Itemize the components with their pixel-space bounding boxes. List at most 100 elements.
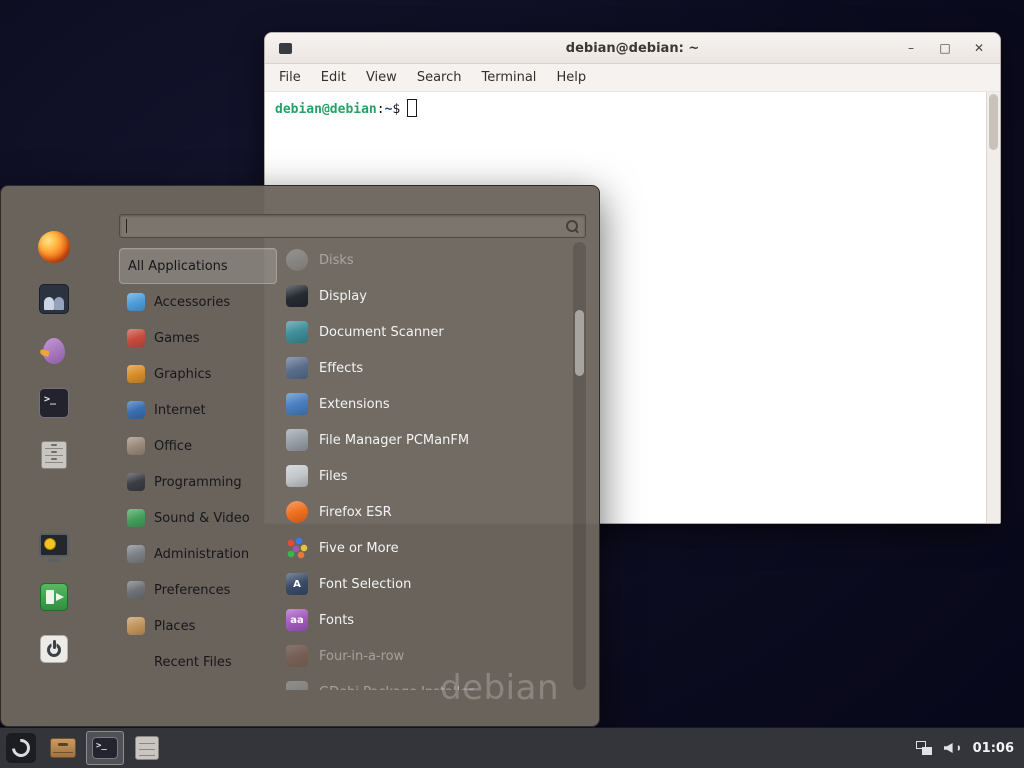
app-label: File Manager PCManFM (319, 433, 469, 448)
volume-icon[interactable] (944, 741, 961, 755)
places-icon (127, 617, 145, 635)
app-disks[interactable]: Disks (286, 242, 566, 278)
app-display[interactable]: Display (286, 278, 566, 314)
app-label: Fonts (319, 613, 354, 628)
debian-swirl-icon (8, 735, 33, 760)
category-label: Graphics (154, 367, 211, 382)
app-fonts[interactable]: aa Fonts (286, 602, 566, 638)
app-effects[interactable]: Effects (286, 350, 566, 386)
favorite-pidgin[interactable] (24, 326, 84, 376)
favorite-terminal[interactable] (24, 378, 84, 428)
desktop-background: debian@debian: ~ – □ ✕ File Edit View Searc… (0, 0, 1024, 768)
file-manager-icon (50, 738, 76, 758)
terminal-title: debian@debian: ~ (566, 41, 699, 56)
category-label: All Applications (128, 259, 228, 274)
graphics-icon (127, 365, 145, 383)
category-programming[interactable]: Programming (119, 464, 277, 500)
gdebi-package-installer-icon (286, 681, 308, 690)
app-files[interactable]: Files (286, 458, 566, 494)
search-caret (126, 219, 127, 233)
launcher-file-manager[interactable] (44, 731, 82, 765)
sound-video-icon (127, 509, 145, 527)
category-accessories[interactable]: Accessories (119, 284, 277, 320)
app-label: Document Scanner (319, 325, 444, 340)
shutdown-button[interactable] (24, 624, 84, 674)
terminal-menu-file[interactable]: File (279, 70, 301, 85)
fonts-icon: aa (286, 609, 308, 631)
terminal-menu-edit[interactable]: Edit (321, 70, 346, 85)
terminal-window-icon (279, 43, 292, 54)
category-label: Places (154, 619, 195, 634)
firefox-esr-icon (286, 501, 308, 523)
category-places[interactable]: Places (119, 608, 277, 644)
close-button[interactable]: ✕ (972, 41, 986, 55)
category-label: Recent Files (154, 655, 232, 670)
category-label: Internet (154, 403, 206, 418)
menu-logo-background (6, 733, 36, 763)
administration-icon (127, 545, 145, 563)
debian-watermark: debian (440, 668, 559, 708)
category-internet[interactable]: Internet (119, 392, 277, 428)
logout-icon (40, 583, 68, 611)
category-all-applications[interactable]: All Applications (119, 248, 277, 284)
category-games[interactable]: Games (119, 320, 277, 356)
category-label: Accessories (154, 295, 230, 310)
app-label: Five or More (319, 541, 399, 556)
app-label: Four-in-a-row (319, 649, 404, 664)
favorite-firefox[interactable] (24, 222, 84, 272)
search-input[interactable] (119, 214, 586, 238)
disks-icon (286, 249, 308, 271)
display-icon (286, 285, 308, 307)
app-five-or-more[interactable]: Five or More (286, 530, 566, 566)
favorite-users-app[interactable] (24, 274, 84, 324)
terminal-menu-view[interactable]: View (366, 70, 397, 85)
terminal-menu-search[interactable]: Search (417, 70, 462, 85)
clock[interactable]: 01:06 (973, 741, 1014, 756)
terminal-menu-terminal[interactable]: Terminal (481, 70, 536, 85)
app-label: Effects (319, 361, 363, 376)
category-recent-files[interactable]: Recent Files (119, 644, 277, 680)
document-scanner-icon (286, 321, 308, 343)
terminal-scrollbar-thumb[interactable] (989, 94, 998, 150)
logout-button[interactable] (24, 572, 84, 622)
menu-button[interactable] (0, 728, 42, 768)
maximize-button[interactable]: □ (938, 41, 952, 55)
internet-icon (127, 401, 145, 419)
category-label: Programming (154, 475, 242, 490)
prompt-separator: : (377, 102, 385, 117)
category-label: Games (154, 331, 199, 346)
category-preferences[interactable]: Preferences (119, 572, 277, 608)
applications-scrollbar[interactable] (573, 242, 586, 690)
file-manager-icon (41, 441, 67, 469)
lock-screen-button[interactable] (24, 520, 84, 570)
app-file-manager-pcmanfm[interactable]: File Manager PCManFM (286, 422, 566, 458)
app-firefox-esr[interactable]: Firefox ESR (286, 494, 566, 530)
app-label: Font Selection (319, 577, 411, 592)
minimize-button[interactable]: – (904, 41, 918, 55)
category-sound-video[interactable]: Sound & Video (119, 500, 277, 536)
terminal-menu-help[interactable]: Help (556, 70, 586, 85)
network-icon[interactable] (916, 741, 932, 755)
category-administration[interactable]: Administration (119, 536, 277, 572)
font-selection-icon: A (286, 573, 308, 595)
app-label: Disks (319, 253, 354, 268)
terminal-cursor (407, 99, 417, 117)
category-graphics[interactable]: Graphics (119, 356, 277, 392)
applications-scrollbar-thumb[interactable] (575, 310, 584, 376)
launcher-terminal[interactable] (86, 731, 124, 765)
terminal-titlebar[interactable]: debian@debian: ~ – □ ✕ (265, 33, 1000, 64)
app-document-scanner[interactable]: Document Scanner (286, 314, 566, 350)
app-label: Extensions (319, 397, 390, 412)
five-or-more-icon (286, 537, 308, 559)
favorite-file-manager[interactable] (24, 430, 84, 480)
app-extensions[interactable]: Extensions (286, 386, 566, 422)
terminal-icon (39, 388, 69, 418)
menu-search (119, 214, 586, 238)
accessories-icon (127, 293, 145, 311)
launcher-files[interactable] (128, 731, 166, 765)
app-font-selection[interactable]: A Font Selection (286, 566, 566, 602)
category-label: Sound & Video (154, 511, 250, 526)
category-office[interactable]: Office (119, 428, 277, 464)
app-label: Display (319, 289, 367, 304)
terminal-scrollbar[interactable] (986, 92, 1000, 524)
